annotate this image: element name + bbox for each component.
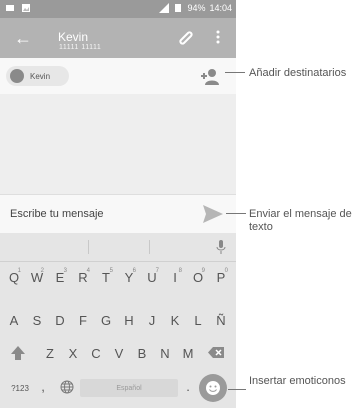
conversation-subtitle: 11111 11111 bbox=[59, 44, 102, 51]
key-t[interactable]: T5 bbox=[96, 267, 116, 289]
space-bar[interactable]: Español bbox=[80, 379, 178, 397]
key-e[interactable]: E3 bbox=[50, 267, 70, 289]
kebab-menu-icon[interactable] bbox=[216, 30, 220, 44]
phone-screen: 94% 14:04 ← Kevin 11111 11111 Kevin Escr… bbox=[0, 0, 236, 408]
paperclip-icon[interactable] bbox=[176, 27, 196, 47]
back-arrow-icon[interactable]: ← bbox=[14, 28, 32, 49]
suggestion-divider bbox=[88, 240, 89, 254]
status-right: 94% 14:04 bbox=[159, 3, 232, 13]
battery-icon bbox=[175, 4, 182, 12]
clock: 14:04 bbox=[209, 3, 232, 13]
key-a[interactable]: A bbox=[4, 310, 24, 332]
key-h[interactable]: H bbox=[119, 310, 139, 332]
key-n[interactable]: N bbox=[155, 343, 175, 365]
key-f[interactable]: F bbox=[73, 310, 93, 332]
annotation-add-recipients: Añadir destinatarios bbox=[249, 67, 347, 79]
smiley-icon bbox=[206, 381, 220, 395]
add-person-icon[interactable] bbox=[200, 67, 222, 85]
comma-key[interactable]: , bbox=[38, 378, 48, 396]
callout-line-send bbox=[226, 213, 246, 214]
annotation-emoji: Insertar emoticonos bbox=[249, 375, 346, 387]
microphone-icon[interactable] bbox=[216, 240, 226, 254]
backspace-icon[interactable] bbox=[207, 346, 225, 359]
key-enye[interactable]: Ñ bbox=[211, 310, 231, 332]
key-k[interactable]: K bbox=[165, 310, 185, 332]
key-x[interactable]: X bbox=[63, 343, 83, 365]
recipient-bar: Kevin bbox=[0, 58, 236, 95]
key-m[interactable]: M bbox=[178, 343, 198, 365]
numbers-key[interactable]: ?123 bbox=[8, 382, 32, 396]
callout-line-add-recipients bbox=[225, 72, 245, 73]
key-i[interactable]: I8 bbox=[165, 267, 185, 289]
key-p[interactable]: P0 bbox=[211, 267, 231, 289]
key-c[interactable]: C bbox=[86, 343, 106, 365]
recipient-chip[interactable]: Kevin bbox=[6, 66, 69, 86]
callout-line-emoji bbox=[228, 389, 246, 390]
signal-icon bbox=[159, 3, 170, 13]
key-v[interactable]: V bbox=[109, 343, 129, 365]
recipient-name: Kevin bbox=[30, 71, 51, 81]
avatar-icon bbox=[10, 69, 24, 83]
app-bar: ← Kevin 11111 11111 bbox=[0, 18, 236, 58]
key-b[interactable]: B bbox=[132, 343, 152, 365]
notification-icon bbox=[6, 5, 14, 11]
status-bar: 94% 14:04 bbox=[0, 0, 236, 18]
message-input[interactable] bbox=[10, 203, 195, 225]
shift-icon[interactable] bbox=[10, 345, 26, 361]
key-j[interactable]: J bbox=[142, 310, 162, 332]
image-icon bbox=[22, 4, 30, 12]
key-u[interactable]: U7 bbox=[142, 267, 162, 289]
keyboard: Q1 W2 E3 R4 T5 Y6 U7 I8 O9 P0 A S D F G … bbox=[0, 233, 236, 408]
suggestion-divider bbox=[149, 240, 150, 254]
key-y[interactable]: Y6 bbox=[119, 267, 139, 289]
globe-icon[interactable] bbox=[60, 380, 74, 394]
key-s[interactable]: S bbox=[27, 310, 47, 332]
period-key[interactable]: . bbox=[183, 378, 193, 396]
send-icon[interactable] bbox=[202, 204, 224, 224]
key-q[interactable]: Q1 bbox=[4, 267, 24, 289]
status-left-icons bbox=[5, 3, 31, 13]
battery-percent: 94% bbox=[187, 3, 206, 13]
key-w[interactable]: W2 bbox=[27, 267, 47, 289]
compose-bar bbox=[0, 194, 236, 234]
annotation-send: Enviar el mensaje de texto bbox=[249, 208, 352, 233]
key-o[interactable]: O9 bbox=[188, 267, 208, 289]
key-g[interactable]: G bbox=[96, 310, 116, 332]
key-l[interactable]: L bbox=[188, 310, 208, 332]
key-r[interactable]: R4 bbox=[73, 267, 93, 289]
message-area bbox=[0, 94, 236, 194]
suggestion-strip bbox=[0, 233, 236, 262]
emoji-button[interactable] bbox=[199, 374, 227, 402]
key-d[interactable]: D bbox=[50, 310, 70, 332]
key-z[interactable]: Z bbox=[40, 343, 60, 365]
conversation-title: Kevin bbox=[58, 30, 89, 44]
